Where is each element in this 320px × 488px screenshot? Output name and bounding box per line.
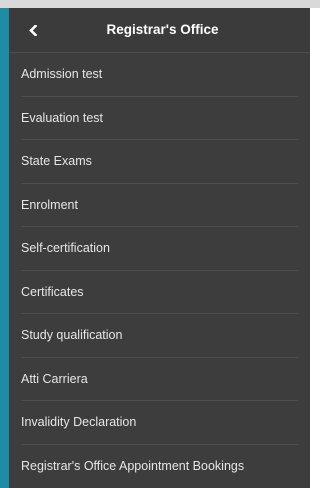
accent-bar [0, 8, 9, 488]
back-button[interactable] [21, 8, 61, 52]
menu-item-atti-carriera[interactable]: Atti Carriera [21, 358, 298, 401]
menu-item-enrolment[interactable]: Enrolment [21, 184, 298, 227]
menu-item-certificates[interactable]: Certificates [21, 271, 298, 314]
menu-item-label: Self-certification [21, 241, 110, 256]
menu-item-evaluation-test[interactable]: Evaluation test [21, 97, 298, 140]
menu-item-label: Atti Carriera [21, 371, 88, 386]
menu-item-self-certification[interactable]: Self-certification [21, 227, 298, 271]
page-background [310, 8, 320, 488]
menu-item-label: State Exams [21, 154, 92, 169]
menu-item-label: Certificates [21, 284, 84, 299]
menu-item-invalidity-declaration[interactable]: Invalidity Declaration [21, 401, 298, 445]
menu-item-label: Registrar's Office Appointment Bookings [21, 459, 245, 474]
side-menu-panel: Registrar's Office Admission test Evalua… [9, 8, 310, 488]
menu-item-label: Enrolment [21, 197, 78, 212]
menu-header: Registrar's Office [9, 8, 310, 53]
menu-item-admission-test[interactable]: Admission test [21, 53, 298, 97]
menu-list: Admission test Evaluation test State Exa… [9, 53, 310, 488]
menu-item-study-qualification[interactable]: Study qualification [21, 314, 298, 358]
top-strip [0, 0, 320, 8]
menu-item-appointment-bookings[interactable]: Registrar's Office Appointment Bookings [21, 445, 298, 488]
menu-item-label: Evaluation test [21, 110, 103, 125]
chevron-left-icon [29, 25, 37, 36]
menu-item-state-exams[interactable]: State Exams [21, 140, 298, 184]
menu-item-label: Admission test [21, 67, 103, 82]
menu-item-label: Study qualification [21, 328, 123, 343]
menu-item-label: Invalidity Declaration [21, 415, 137, 430]
